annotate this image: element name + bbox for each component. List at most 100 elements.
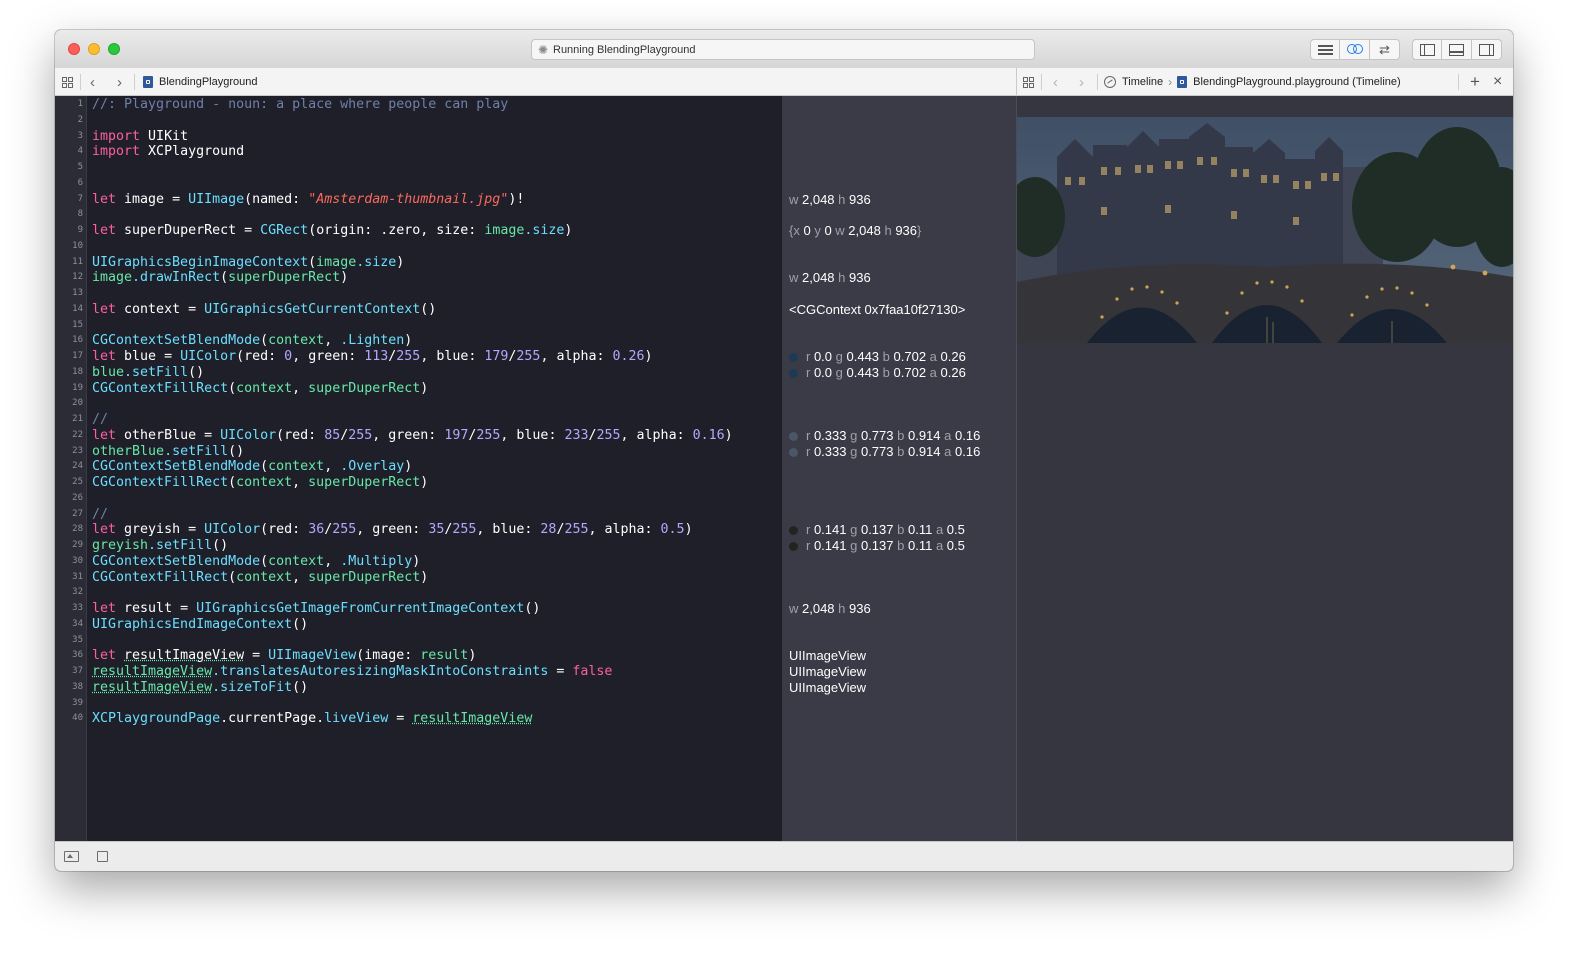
result-value[interactable]: r 0.0 g 0.443 b 0.702 a 0.26	[789, 365, 966, 381]
result-value[interactable]: UIImageView	[789, 648, 866, 664]
line-number: 7	[77, 193, 83, 204]
result-number: 0.137	[860, 538, 894, 553]
code-line[interactable]: UIGraphicsEndImageContext()	[92, 617, 308, 633]
result-value[interactable]: w 2,048 h 936	[789, 270, 871, 286]
spinner-icon: ✺	[538, 43, 549, 57]
code-line[interactable]: resultImageView.translatesAutoresizingMa…	[92, 664, 612, 680]
related-items-button[interactable]	[62, 68, 73, 96]
code-line[interactable]: import UIKit	[92, 129, 188, 145]
code-line[interactable]: let image = UIImage(named: "Amsterdam-th…	[92, 192, 524, 208]
assistant-related-items-button[interactable]	[1023, 68, 1034, 96]
result-value[interactable]: UIImageView	[789, 664, 866, 680]
code-line[interactable]: XCPlaygroundPage.currentPage.liveView = …	[92, 711, 532, 727]
divider	[80, 74, 81, 90]
result-value[interactable]: <CGContext 0x7faa10f27130>	[789, 302, 965, 318]
code-line[interactable]: //	[92, 507, 108, 523]
code-token: ,	[324, 333, 341, 349]
code-token: let	[92, 349, 117, 364]
result-value[interactable]: r 0.0 g 0.443 b 0.702 a 0.26	[789, 349, 966, 365]
toggle-navigator-button[interactable]	[1412, 39, 1442, 60]
close-window-button[interactable]	[68, 43, 80, 55]
result-value[interactable]: r 0.333 g 0.773 b 0.914 a 0.16	[789, 428, 980, 444]
code-line[interactable]: CGContextSetBlendMode(context, .Multiply…	[92, 554, 420, 570]
live-view-image[interactable]	[1017, 117, 1513, 343]
result-value[interactable]: {x 0 y 0 w 2,048 h 936}	[789, 223, 921, 239]
assistant-back-button[interactable]: ‹	[1053, 68, 1058, 96]
show-debug-area-button[interactable]	[64, 851, 79, 862]
result-value[interactable]: r 0.141 g 0.137 b 0.11 a 0.5	[789, 538, 965, 554]
result-value[interactable]: w 2,048 h 936	[789, 192, 871, 208]
minimize-window-button[interactable]	[88, 43, 100, 55]
code-line[interactable]: let otherBlue = UIColor(red: 85/255, gre…	[92, 428, 733, 444]
code-token: 255	[332, 522, 357, 538]
breadcrumb-file[interactable]: BlendingPlayground	[143, 68, 257, 96]
line-number: 2	[77, 114, 83, 125]
divider	[1041, 74, 1042, 90]
code-line[interactable]: resultImageView.sizeToFit()	[92, 680, 308, 696]
code-line[interactable]: let resultImageView = UIImageView(image:…	[92, 648, 476, 664]
code-token: )	[412, 553, 421, 569]
code-line[interactable]: //: Playground - noun: a place where peo…	[92, 97, 508, 113]
code-token: resultImageView	[412, 711, 533, 727]
code-token: UIColor	[220, 427, 277, 443]
code-token: greyish	[92, 538, 149, 553]
lines-icon	[1317, 44, 1333, 55]
line-number: 19	[72, 382, 83, 393]
back-button[interactable]: ‹	[90, 68, 95, 96]
close-icon: ×	[1493, 73, 1503, 90]
code-token: , alpha:	[540, 349, 613, 364]
code-line[interactable]: CGContextSetBlendMode(context, .Lighten)	[92, 333, 412, 349]
code-line[interactable]: import XCPlayground	[92, 144, 244, 160]
zoom-window-button[interactable]	[108, 43, 120, 55]
assistant-editor-button[interactable]	[1340, 39, 1370, 60]
code-token: otherBlue	[92, 443, 165, 459]
code-token: UIImageView	[268, 648, 357, 664]
code-line[interactable]: greyish.setFill()	[92, 538, 228, 554]
stop-button[interactable]	[97, 851, 108, 862]
code-editor[interactable]: //: Playground - noun: a place where peo…	[87, 96, 782, 841]
code-line[interactable]: otherBlue.setFill()	[92, 444, 244, 460]
code-line[interactable]: UIGraphicsBeginImageContext(image.size)	[92, 255, 404, 271]
code-token: let	[92, 301, 117, 317]
code-line[interactable]: CGContextFillRect(context, superDuperRec…	[92, 381, 428, 397]
assistant-forward-button[interactable]: ›	[1079, 68, 1084, 96]
line-number: 13	[72, 288, 83, 298]
code-line[interactable]: blue.setFill()	[92, 365, 204, 381]
toggle-debug-area-button[interactable]	[1442, 39, 1472, 60]
toggle-utilities-button[interactable]	[1472, 39, 1502, 60]
add-assistant-button[interactable]: +	[1470, 68, 1480, 96]
forward-button[interactable]: ›	[117, 68, 122, 96]
code-token: UIGraphicsEndImageContext	[92, 616, 293, 632]
result-label: w	[789, 191, 802, 207]
line-number-gutter: 1 2 3 4 5 6 7 8 9 10 11 12 13 14 15 16 17 18 19 20 21 22 23 24 2…	[55, 96, 87, 841]
result-number: 2,048	[848, 223, 881, 238]
code-line[interactable]: CGContextSetBlendMode(context, .Overlay)	[92, 459, 412, 475]
close-assistant-button[interactable]: ×	[1493, 68, 1502, 96]
breadcrumb-timeline[interactable]: Timeline › BlendingPlayground.playground…	[1104, 68, 1401, 96]
standard-editor-button[interactable]	[1310, 39, 1340, 60]
code-line[interactable]: let greyish = UIColor(red: 36/255, green…	[92, 522, 693, 538]
result-value[interactable]: UIImageView	[789, 680, 866, 696]
code-line[interactable]: let context = UIGraphicsGetCurrentContex…	[92, 302, 436, 318]
chevron-right-icon: ›	[117, 73, 122, 91]
left-panel-icon	[1419, 43, 1435, 56]
result-value[interactable]: r 0.141 g 0.137 b 0.11 a 0.5	[789, 522, 965, 538]
result-value[interactable]: w 2,048 h 936	[789, 601, 871, 617]
result-value[interactable]: r 0.333 g 0.773 b 0.914 a 0.16	[789, 444, 980, 460]
bottom-panel-icon	[1449, 43, 1464, 56]
code-line[interactable]: let blue = UIColor(red: 0, green: 113/25…	[92, 349, 653, 365]
result-number: 0.5	[946, 538, 965, 553]
code-line[interactable]: CGContextFillRect(context, superDuperRec…	[92, 475, 428, 491]
code-line[interactable]: let result = UIGraphicsGetImageFromCurre…	[92, 601, 540, 617]
code-line[interactable]: CGContextFillRect(context, superDuperRec…	[92, 570, 428, 586]
code-line[interactable]: image.drawInRect(superDuperRect)	[92, 270, 348, 286]
line-number: 10	[72, 240, 83, 251]
version-editor-button[interactable]: ⇄	[1370, 39, 1400, 60]
result-label: g	[832, 349, 847, 364]
code-line[interactable]: let superDuperRect = CGRect(origin: .zer…	[92, 223, 572, 239]
result-label: r	[806, 349, 814, 364]
result-number: 0.26	[940, 364, 966, 380]
window-toolbar: ✺ Running BlendingPlayground ⇄	[55, 30, 1513, 69]
code-token: .Lighten	[340, 333, 405, 349]
code-line[interactable]: //	[92, 412, 108, 428]
